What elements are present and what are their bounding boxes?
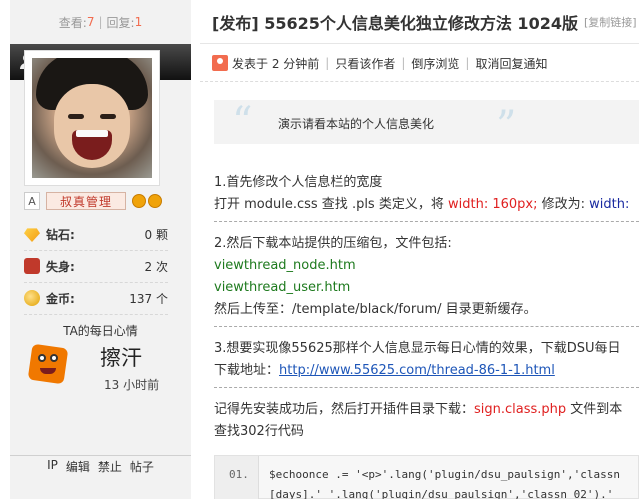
- views-count: 7: [86, 15, 95, 29]
- post-column: [发布] 55625个人信息美化独立修改方法 1024版 [复制链接] 发表于 …: [200, 0, 639, 499]
- find-line-instruction: 查找302行代码: [214, 424, 304, 439]
- step4-text-a: 记得先安装成功后，然后打开插件目录下载：: [214, 402, 475, 417]
- ip-link[interactable]: IP: [47, 458, 58, 478]
- stat-coin: 金币: 137 个: [24, 285, 168, 311]
- avatar[interactable]: [24, 50, 160, 186]
- close-quote-icon: ”: [496, 103, 517, 149]
- stat-label: 失身:: [46, 259, 75, 274]
- replies-label: 回复:: [106, 15, 135, 30]
- replies-count: 1: [134, 15, 143, 29]
- medal-icon[interactable]: [148, 194, 162, 208]
- code-line: $echoonce .= '<p>'.lang('plugin/dsu_paul…: [269, 468, 620, 481]
- old-width-code: width: 160px;: [447, 197, 538, 212]
- stat-lost: 失身: 2 次: [24, 253, 168, 279]
- lost-icon: [24, 258, 40, 274]
- section-divider: [214, 326, 639, 338]
- user-group-label[interactable]: 叔真管理: [46, 192, 126, 210]
- quote-block: “ 演示请看本站的个人信息美化 ”: [214, 99, 639, 149]
- daily-mood-text: 擦汗: [100, 346, 142, 370]
- ban-user-link[interactable]: 禁止: [98, 458, 122, 478]
- copy-link-button[interactable]: [复制链接]: [584, 14, 637, 30]
- stats-separator: |: [98, 15, 103, 29]
- step4-text: 记得先安装成功后，然后打开插件目录下载：sign.class.php 文件到本: [214, 399, 639, 421]
- file-name: viewthread_user.htm: [214, 280, 351, 295]
- reverse-order-link[interactable]: 倒序浏览: [411, 55, 459, 72]
- stat-value: 0 颗: [144, 227, 168, 242]
- step1-text-a: 打开 module.css 查找 .pls 类定义，将: [214, 197, 448, 212]
- view-reply-stats: 查看: 7 | 回复: 1: [10, 0, 191, 44]
- download-label: 下载地址：: [214, 363, 280, 378]
- stat-value: 2 次: [144, 259, 168, 274]
- open-quote-icon: “: [232, 99, 253, 145]
- post-content: 1.首先修改个人信息栏的宽度 打开 module.css 查找 .pls 类定义…: [214, 172, 639, 443]
- step4-text-b: 文件到本: [566, 402, 623, 417]
- stat-label: 金币:: [46, 291, 75, 306]
- new-width-code: width:: [589, 197, 630, 212]
- medal-icon[interactable]: [132, 194, 146, 208]
- stat-divider: [24, 250, 168, 251]
- coin-icon: [24, 290, 40, 306]
- stat-diamond: 钻石: 0 颗: [24, 221, 168, 247]
- mood-timestamp: 13 小时前: [104, 378, 160, 392]
- file-name: viewthread_node.htm: [214, 258, 356, 273]
- code-block[interactable]: 01. $echoonce .= '<p>'.lang('plugin/dsu_…: [214, 455, 639, 499]
- thread-title: [发布] 55625个人信息美化独立修改方法 1024版: [212, 13, 578, 33]
- post-meta-bar: 发表于 2 分钟前 | 只看该作者 | 倒序浏览 | 取消回复通知: [200, 52, 639, 74]
- section-divider: [214, 387, 639, 399]
- step1-text: 打开 module.css 查找 .pls 类定义，将 width: 160px…: [214, 194, 639, 216]
- download-row: 下载地址：http://www.55625.com/thread-86-1-1.…: [214, 360, 639, 382]
- actions-divider: [10, 455, 191, 456]
- meta-divider: [200, 81, 639, 82]
- stat-divider: [24, 282, 168, 283]
- stat-divider: [24, 314, 168, 315]
- author-column: 查看: 7 | 回复: 1 admin A 叔真管理 钻石: 0 颗 失身: 2…: [0, 0, 200, 499]
- code-line: [days].' '.lang('plugin/dsu_paulsign','c…: [269, 488, 614, 499]
- step3-title: 3.想要实现像55625那样个人信息显示每日心情的效果，下载DSU每日: [214, 341, 621, 356]
- edit-user-link[interactable]: 编辑: [66, 458, 90, 478]
- post-author-icon: [212, 55, 228, 71]
- stat-label: 钻石:: [46, 227, 75, 242]
- step1-title: 1.首先修改个人信息栏的宽度: [214, 175, 383, 190]
- avatar-image: [32, 58, 152, 178]
- stat-value: 137 个: [129, 291, 168, 306]
- sign-class-file: sign.class.php: [474, 402, 567, 417]
- admin-badge: A: [24, 192, 40, 210]
- mood-emoticon-icon: [27, 340, 69, 385]
- user-posts-link[interactable]: 帖子: [130, 458, 154, 478]
- step2-title: 2.然后下载本站提供的压缩包，文件包括:: [214, 236, 452, 251]
- only-author-link[interactable]: 只看该作者: [335, 55, 395, 72]
- diamond-icon: [24, 228, 40, 242]
- user-group-row: A 叔真管理: [24, 190, 168, 212]
- cancel-reply-notify-link[interactable]: 取消回复通知: [475, 55, 547, 72]
- download-link[interactable]: http://www.55625.com/thread-86-1-1.html: [279, 363, 555, 378]
- post-time: 发表于 2 分钟前: [232, 56, 320, 71]
- daily-mood-title: TA的每日心情: [63, 324, 138, 338]
- section-divider: [214, 221, 639, 233]
- line-number: 01.: [229, 468, 249, 481]
- user-admin-actions: IP 编辑 禁止 帖子: [10, 458, 191, 478]
- step1-text-b: 修改为:: [537, 197, 590, 212]
- views-label: 查看:: [58, 15, 87, 30]
- quote-text: 演示请看本站的个人信息美化: [278, 117, 435, 131]
- thread-title-bar: [发布] 55625个人信息美化独立修改方法 1024版 [复制链接]: [200, 0, 639, 44]
- upload-instruction: 然后上传至：/template/black/forum/ 目录更新缓存。: [214, 302, 537, 317]
